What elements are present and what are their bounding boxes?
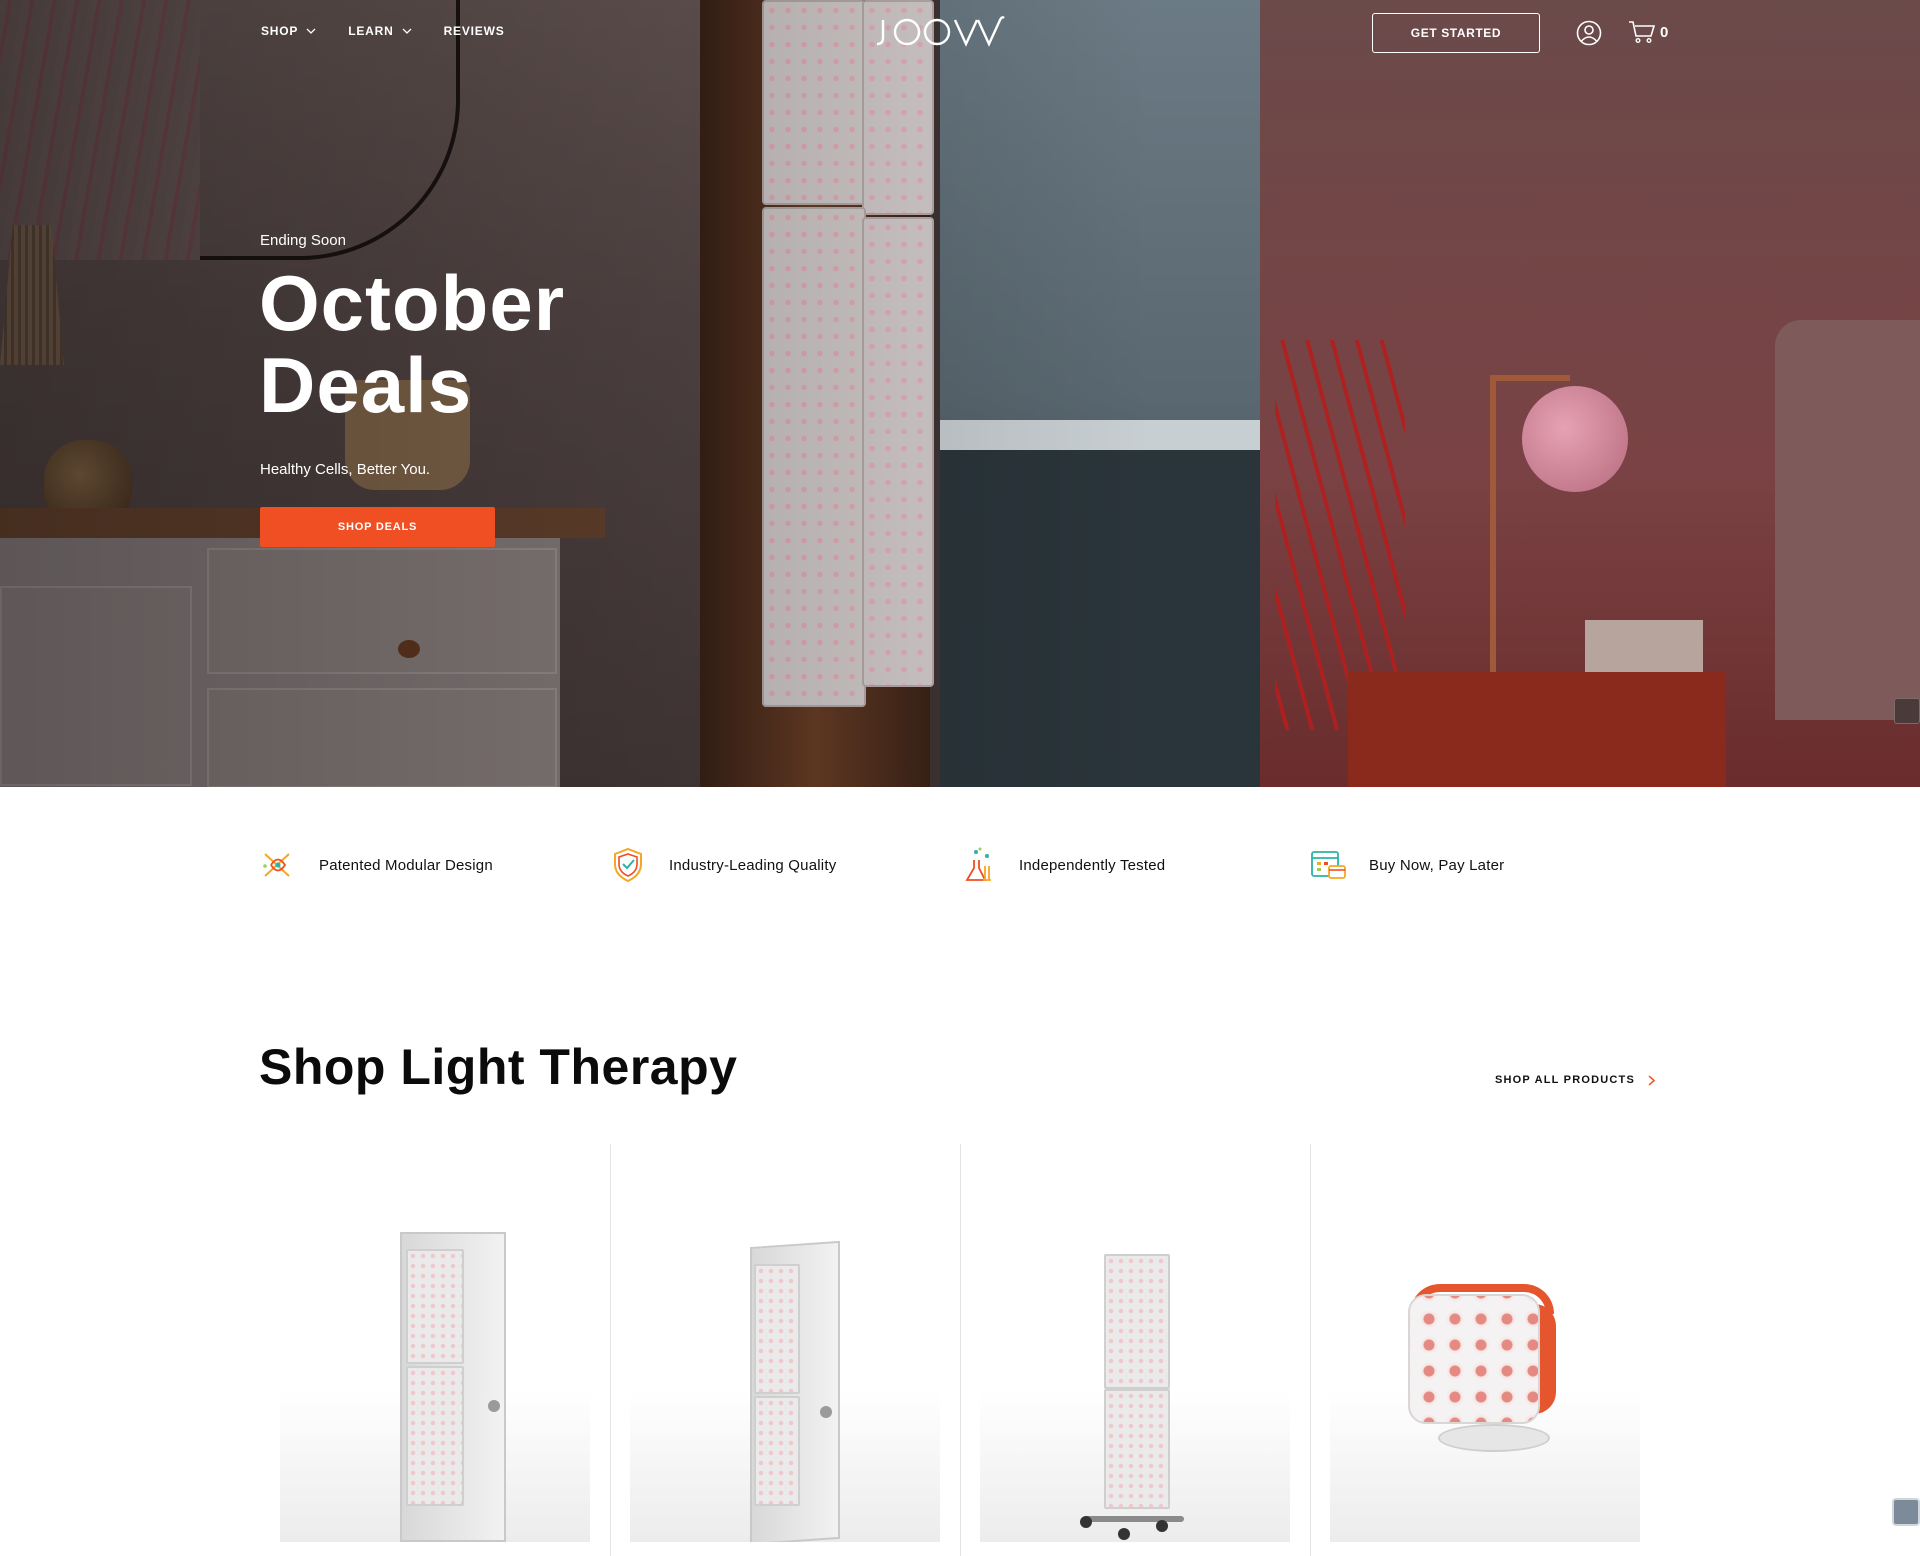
product-image	[980, 1144, 1290, 1542]
product-card[interactable]	[1310, 1144, 1660, 1556]
device-panel	[1104, 1254, 1170, 1389]
shop-deals-button[interactable]: SHOP DEALS	[260, 507, 495, 547]
stand-wheel	[1118, 1528, 1130, 1540]
hero-title: October Deals	[259, 262, 565, 426]
hero-title-line1: October	[259, 259, 566, 347]
device-base	[1438, 1424, 1550, 1452]
product-card[interactable]	[610, 1144, 960, 1556]
feature-label: Independently Tested	[1019, 856, 1166, 874]
nav-reviews-label: REVIEWS	[443, 24, 505, 38]
nav-shop[interactable]: SHOP	[261, 24, 316, 38]
stand-base	[1084, 1516, 1184, 1522]
calendar-card-icon	[1311, 851, 1346, 879]
chevron-down-icon	[306, 28, 316, 34]
cart-count: 0	[1660, 23, 1669, 41]
hero-title-line2: Deals	[259, 341, 473, 429]
product-image	[1330, 1144, 1640, 1542]
device-panel	[1104, 1389, 1170, 1509]
product-image	[630, 1144, 940, 1542]
main-nav: SHOP LEARN REVIEWS	[261, 24, 505, 38]
joovv-logo[interactable]	[875, 14, 1005, 48]
door-knob	[820, 1406, 832, 1418]
stand-wheel	[1156, 1520, 1168, 1532]
side-widget-icon[interactable]	[1894, 698, 1920, 724]
cart-button[interactable]: 0	[1628, 20, 1668, 44]
chat-widget-icon[interactable]	[1892, 1498, 1920, 1526]
hero-banner: Ending Soon October Deals Healthy Cells,…	[0, 0, 1920, 787]
account-icon[interactable]	[1576, 20, 1602, 46]
feature-label: Patented Modular Design	[319, 856, 493, 874]
device-panel	[754, 1396, 800, 1506]
feature-label: Industry-Leading Quality	[669, 856, 837, 874]
product-card[interactable]	[960, 1144, 1310, 1556]
device-body	[1408, 1294, 1540, 1424]
device-panel	[406, 1249, 464, 1364]
shop-all-label: SHOP ALL PRODUCTS	[1495, 1074, 1635, 1086]
lab-flask-icon	[965, 847, 991, 881]
device-panel	[754, 1264, 800, 1394]
feature-label: Buy Now, Pay Later	[1369, 856, 1505, 874]
shop-all-products-link[interactable]: SHOP ALL PRODUCTS	[1495, 1074, 1656, 1086]
modular-design-icon	[263, 853, 290, 877]
product-card[interactable]	[260, 1144, 610, 1556]
feature-item: Independently Tested	[959, 846, 1165, 884]
hero-subtitle: Healthy Cells, Better You.	[260, 461, 431, 478]
feature-item: Industry-Leading Quality	[609, 846, 836, 884]
door-knob	[488, 1400, 500, 1412]
device-panel	[406, 1366, 464, 1506]
stand-wheel	[1080, 1516, 1092, 1528]
nav-shop-label: SHOP	[261, 24, 299, 38]
feature-item: Buy Now, Pay Later	[1309, 846, 1504, 884]
chevron-right-icon	[1648, 1074, 1656, 1086]
product-grid	[260, 1144, 1660, 1556]
section-title: Shop Light Therapy	[259, 1039, 738, 1095]
get-started-button[interactable]: GET STARTED	[1372, 13, 1540, 53]
nav-learn[interactable]: LEARN	[348, 24, 412, 38]
hero-eyebrow: Ending Soon	[260, 232, 346, 249]
quality-shield-icon	[614, 847, 642, 883]
nav-reviews[interactable]: REVIEWS	[444, 24, 505, 38]
site-header: SHOP LEARN REVIEWS GET STARTED 0	[0, 0, 1920, 64]
feature-strip: Patented Modular Design Industry-Leading…	[259, 846, 1659, 886]
cart-icon	[1629, 21, 1656, 44]
feature-item: Patented Modular Design	[259, 846, 493, 884]
nav-learn-label: LEARN	[348, 24, 394, 38]
product-image	[280, 1144, 590, 1542]
chevron-down-icon	[402, 28, 412, 34]
